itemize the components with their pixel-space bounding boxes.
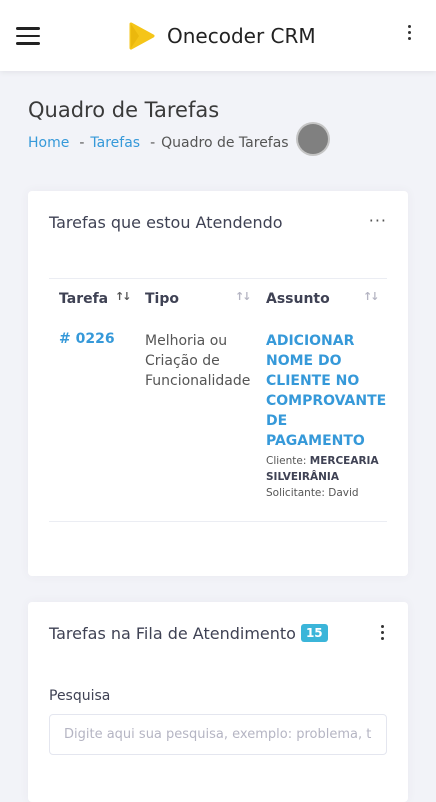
sort-icon[interactable]: ↑↓ <box>363 290 380 303</box>
loading-indicator-icon <box>298 124 328 154</box>
search-label: Pesquisa <box>49 688 111 704</box>
breadcrumb: Home - Tarefas - Quadro de Tarefas <box>28 135 289 151</box>
sort-icon[interactable]: ↑↓ <box>235 290 252 303</box>
column-header-tipo[interactable]: Tipo <box>145 291 179 307</box>
task-subject-cell: ADICIONAR NOME DO CLIENTE NO COMPROVANTE… <box>266 331 386 501</box>
attending-tasks-card: Tarefas que estou Atendendo ··· Tarefa ↑… <box>28 191 408 576</box>
task-type: Melhoria ou Criação de Funcionalidade <box>145 333 251 389</box>
page-title: Quadro de Tarefas <box>28 98 220 122</box>
client-label: Cliente: <box>266 455 307 467</box>
queue-tasks-card: Tarefas na Fila de Atendimento 15 Pesquis… <box>28 602 408 802</box>
table-header: Tarefa ↑↓ Tipo ↑↓ Assunto ↑↓ <box>49 279 387 319</box>
sort-icon[interactable]: ↑↓ <box>115 290 132 303</box>
queue-count-badge: 15 <box>300 624 328 642</box>
card-title: Tarefas que estou Atendendo <box>49 213 283 232</box>
more-horizontal-icon[interactable]: ··· <box>369 211 387 230</box>
hamburger-icon[interactable] <box>16 27 40 45</box>
more-vertical-icon[interactable] <box>402 25 416 45</box>
search-input[interactable] <box>49 714 387 755</box>
breadcrumb-home[interactable]: Home <box>28 135 69 151</box>
breadcrumb-separator: - <box>150 135 156 151</box>
task-requester: Solicitante: David <box>266 485 384 501</box>
task-subject-link[interactable]: ADICIONAR NOME DO CLIENTE NO COMPROVANTE… <box>266 331 386 451</box>
requester-label: Solicitante: <box>266 487 325 499</box>
breadcrumb-separator: - <box>79 135 85 151</box>
column-header-tarefa[interactable]: Tarefa <box>59 291 108 307</box>
tasks-table: Tarefa ↑↓ Tipo ↑↓ Assunto ↑↓ # 0226 Melh… <box>49 278 387 522</box>
task-number-link[interactable]: # 0226 <box>59 331 115 347</box>
onecoder-logo-icon <box>129 22 155 50</box>
requester-name: David <box>328 487 359 499</box>
queue-title: Tarefas na Fila de Atendimento <box>49 624 296 643</box>
table-row[interactable]: # 0226 Melhoria ou Criação de Funcionali… <box>49 319 387 522</box>
card-title: Tarefas na Fila de Atendimento 15 <box>49 624 328 643</box>
top-app-bar: Onecoder CRM <box>0 0 436 71</box>
more-vertical-icon[interactable] <box>378 625 386 641</box>
breadcrumb-tarefas[interactable]: Tarefas <box>90 135 140 151</box>
column-header-assunto[interactable]: Assunto <box>266 291 330 307</box>
app-name[interactable]: Onecoder CRM <box>167 24 316 48</box>
breadcrumb-current: Quadro de Tarefas <box>161 135 289 151</box>
task-client: Cliente: MERCEARIA SILVEIRÂNIA <box>266 453 384 485</box>
